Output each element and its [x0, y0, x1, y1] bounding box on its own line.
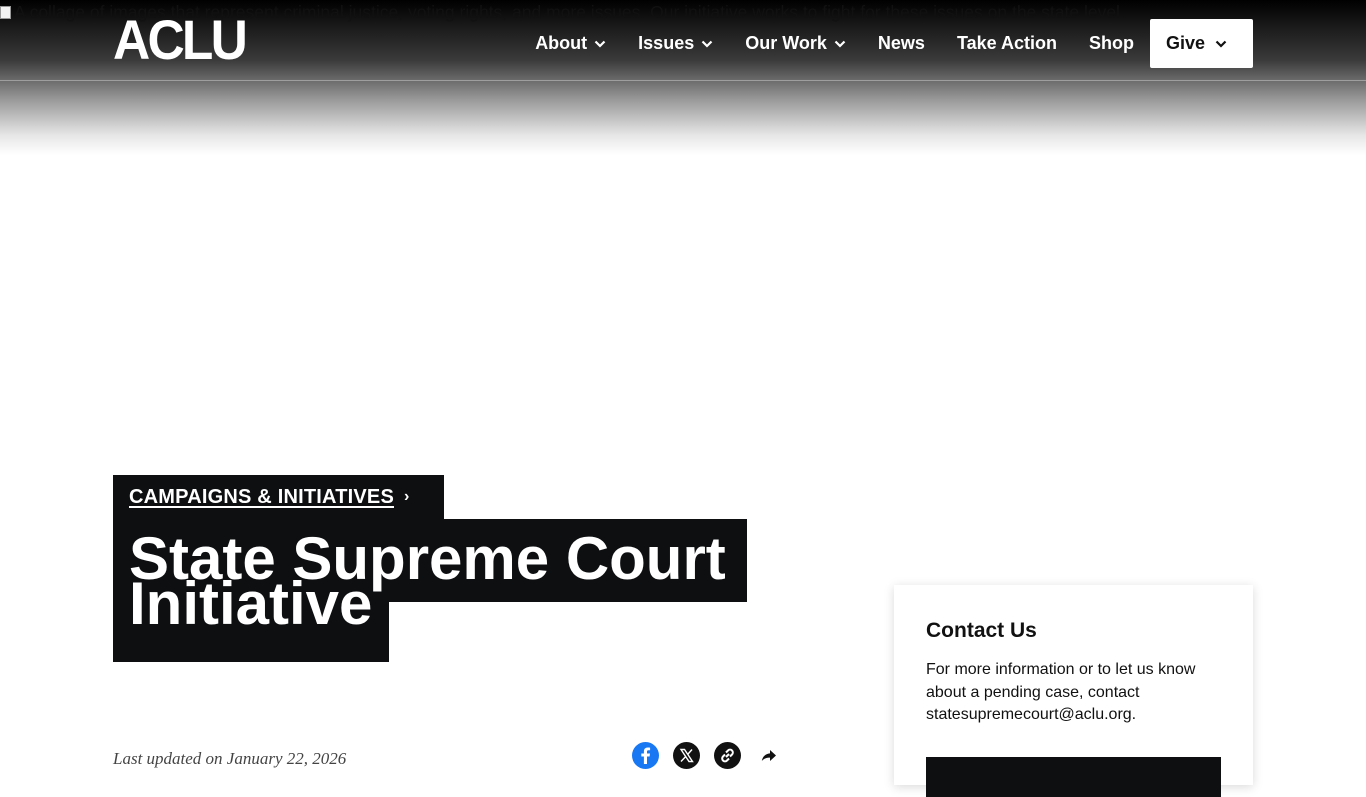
header-divider — [0, 80, 1366, 81]
x-share-button[interactable] — [673, 742, 700, 769]
link-icon — [721, 748, 734, 763]
x-icon — [679, 748, 694, 763]
nav-item-label: News — [877, 33, 925, 53]
aclu-logo[interactable]: ACLU — [113, 10, 248, 70]
last-updated: Last updated on January 22, 2026 — [113, 749, 347, 768]
chevron-down-icon — [1215, 40, 1227, 48]
nav-item-take-action[interactable]: Take Action — [941, 33, 1073, 54]
nav-item-label: Take Action — [956, 33, 1057, 53]
nav-item-our-work[interactable]: Our Work — [729, 33, 862, 54]
nav-item-label: Shop — [1088, 33, 1134, 53]
nav-item-label: Issues — [638, 33, 695, 53]
page-title-line-2: Initiative — [113, 574, 389, 662]
more-share-button[interactable] — [755, 742, 782, 769]
contact-button[interactable] — [926, 757, 1221, 797]
main-nav: About Issues Our Work News Take Action S… — [500, 19, 1253, 68]
contact-heading: Contact Us — [926, 619, 1037, 642]
facebook-icon — [641, 747, 651, 764]
chevron-down-icon — [834, 40, 846, 48]
chevron-right-icon: › — [403, 488, 410, 505]
page-title-line-2-text: Initiative — [129, 570, 373, 637]
nav-item-label: Our Work — [745, 33, 827, 53]
contact-card: Contact Us For more information or to le… — [894, 585, 1253, 797]
broken-image-icon — [0, 6, 11, 19]
copy-link-button[interactable] — [714, 742, 741, 769]
chevron-down-icon — [701, 40, 713, 48]
chevron-down-icon — [594, 40, 606, 48]
nav-item-about[interactable]: About — [519, 33, 622, 54]
share-buttons — [632, 742, 782, 769]
contact-body: For more information or to let us know a… — [926, 661, 1196, 723]
nav-item-news[interactable]: News — [862, 33, 941, 54]
share-icon — [761, 750, 776, 761]
breadcrumb-link-campaigns[interactable]: CAMPAIGNS & INITIATIVES — [129, 486, 394, 509]
nav-item-label: About — [535, 33, 588, 53]
give-label: Give — [1165, 33, 1205, 53]
give-button[interactable]: Give — [1149, 19, 1253, 68]
nav-item-shop[interactable]: Shop — [1073, 33, 1150, 54]
nav-item-issues[interactable]: Issues — [622, 33, 729, 54]
facebook-share-button[interactable] — [632, 742, 659, 769]
breadcrumb: CAMPAIGNS & INITIATIVES › — [113, 475, 444, 519]
